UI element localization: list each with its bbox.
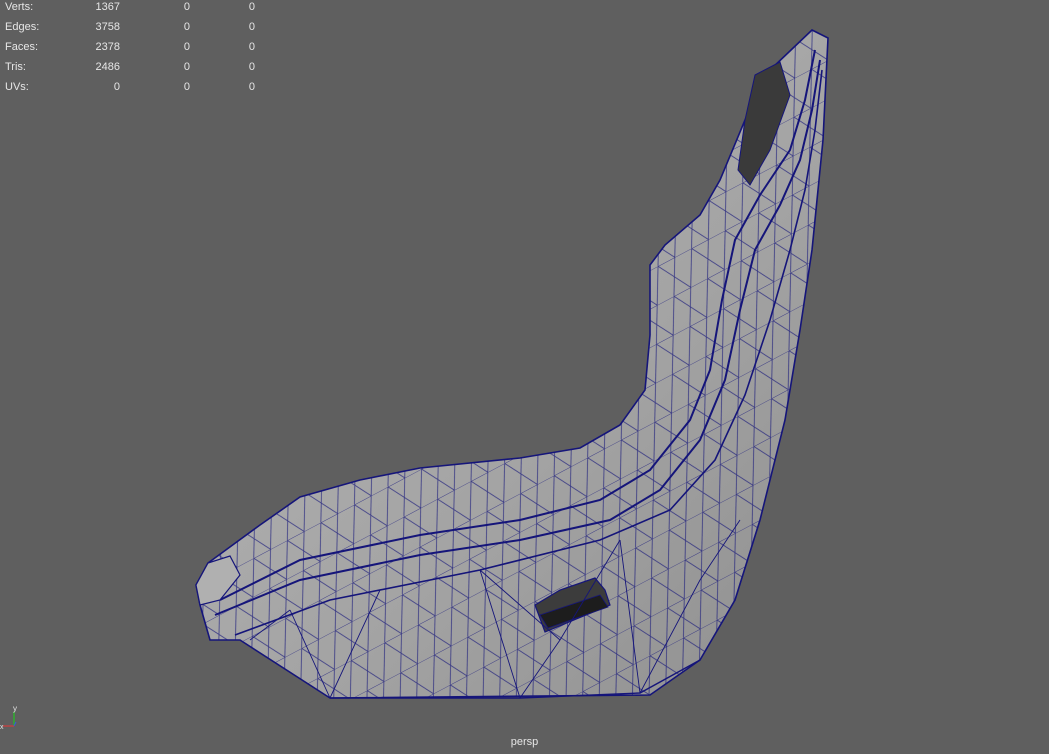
hud-label: UVs: (5, 81, 29, 93)
hud-value: 0 (183, 81, 190, 93)
hud-value: 0 (183, 21, 190, 33)
camera-name-label: persp (510, 736, 539, 748)
hud-label: Faces: (5, 41, 39, 53)
hud-label: Verts: (5, 1, 34, 13)
hud-label: Tris: (5, 61, 26, 73)
hud-value: 0 (183, 41, 190, 53)
hud-label: Edges: (5, 21, 40, 33)
hud-value: 0 (248, 61, 255, 73)
hud-value: 2486 (95, 61, 120, 73)
hud-value: 2378 (95, 41, 120, 53)
axis-y-label: y (13, 704, 17, 713)
viewport-persp[interactable]: Verts: 1367 0 0 Edges: 3758 0 0 Faces: 2… (0, 0, 1049, 754)
hud-value: 0 (183, 61, 190, 73)
hud-value: 1367 (95, 1, 120, 13)
hud-value: 0 (113, 81, 120, 93)
hud-value: 0 (183, 1, 190, 13)
hud-value: 0 (248, 21, 255, 33)
axis-gizmo-icon: y x (0, 704, 17, 730)
hud-value: 3758 (95, 21, 120, 33)
axis-x-label: x (0, 724, 4, 730)
seat-mesh[interactable] (0, 0, 1049, 754)
hud-value: 0 (248, 41, 255, 53)
hud-value: 0 (248, 1, 255, 13)
hud-value: 0 (248, 81, 255, 93)
